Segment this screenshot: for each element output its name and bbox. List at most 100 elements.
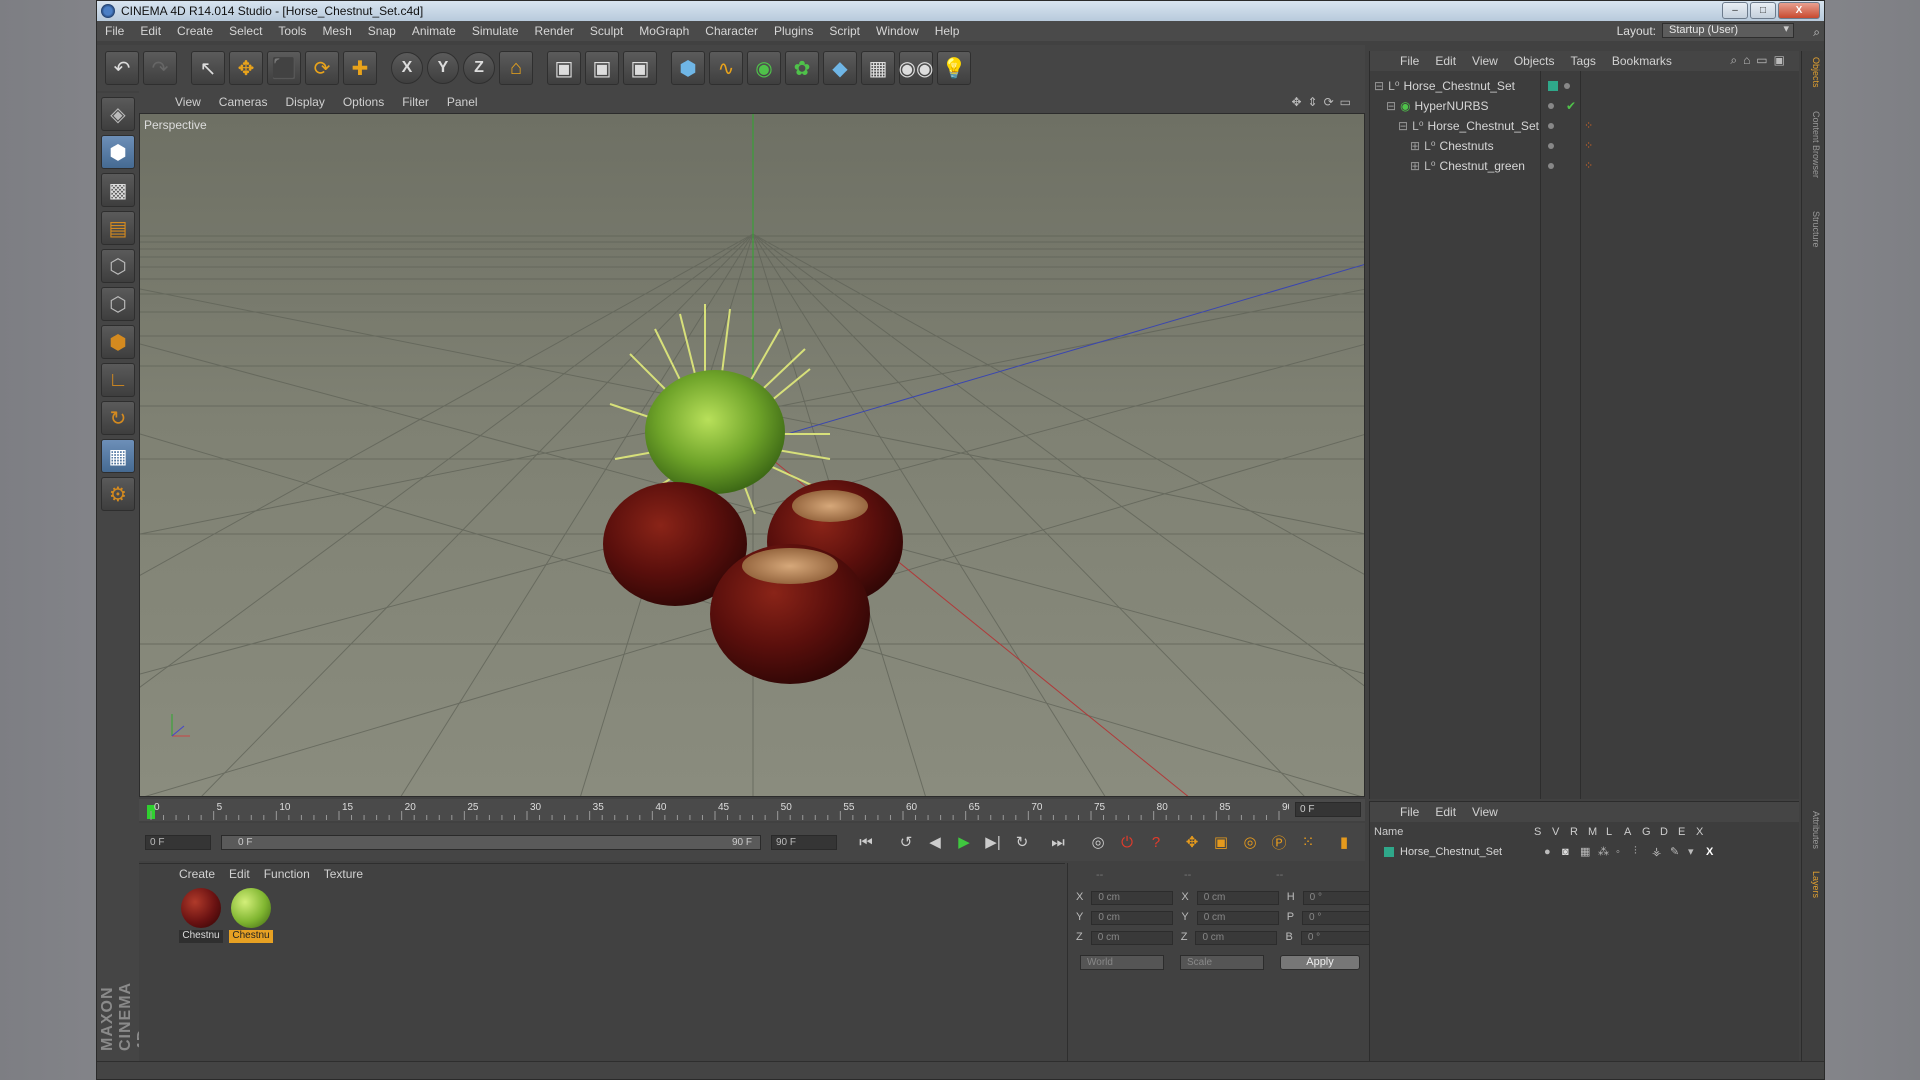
material-menu-edit[interactable]: Edit [229, 867, 250, 881]
tab-objects[interactable]: Objects [1805, 57, 1821, 88]
rotation-key-icon[interactable]: ◎ [1237, 829, 1263, 855]
menu-help[interactable]: Help [935, 24, 960, 38]
menu-sculpt[interactable]: Sculpt [590, 24, 623, 38]
end-frame-field[interactable]: 90 F [771, 834, 837, 850]
tab-attributes[interactable]: Attributes [1805, 811, 1821, 849]
autokey-icon[interactable]: ⏻ [1114, 829, 1140, 855]
polygons-mode-icon[interactable]: ⬢ [101, 325, 135, 359]
light-icon[interactable]: 💡 [937, 51, 971, 85]
expand-icon[interactable]: ⊞ [1410, 159, 1420, 173]
tweak-icon[interactable]: ↻ [101, 401, 135, 435]
coordinate-system-icon[interactable]: ⌂ [499, 51, 533, 85]
close-button[interactable]: X [1778, 2, 1820, 19]
generators-icon[interactable]: ⚶ [1652, 845, 1670, 858]
locked-icon[interactable]: ◦ [1616, 846, 1634, 858]
redo-icon[interactable]: ↷ [143, 51, 177, 85]
object-menu-bookmarks[interactable]: Bookmarks [1612, 54, 1672, 68]
layer-row[interactable]: Horse_Chestnut_Set ● ◙ ▦ ⁂ ◦ ⫶ ⚶ ✎ ▾ X [1374, 844, 1799, 859]
goto-end-icon[interactable]: ⏭ [1045, 829, 1071, 855]
goto-start-icon[interactable]: ⏮ [853, 829, 879, 855]
workplane-icon[interactable]: ▤ [101, 211, 135, 245]
material-menu-texture[interactable]: Texture [324, 867, 363, 881]
maximize-button[interactable]: □ [1750, 2, 1776, 19]
material-chestnut-green[interactable]: Chestnu [229, 888, 273, 944]
xref-icon[interactable]: X [1706, 846, 1724, 858]
record-keys-icon[interactable]: ◎ [1085, 829, 1111, 855]
coordinate-mode-dropdown[interactable]: World [1080, 955, 1164, 970]
phong-tag-icon[interactable]: ⁘ [1584, 139, 1593, 152]
menu-create[interactable]: Create [177, 24, 213, 38]
phong-tag-icon[interactable]: ⁘ [1584, 159, 1593, 172]
layer-menu-view[interactable]: View [1472, 805, 1498, 819]
nurbs-icon[interactable]: ◉ [747, 51, 781, 85]
menu-script[interactable]: Script [829, 24, 860, 38]
viewport-menu-cameras[interactable]: Cameras [219, 95, 268, 109]
menu-simulate[interactable]: Simulate [472, 24, 519, 38]
visibility-dot[interactable] [1564, 82, 1570, 89]
size-x-field[interactable]: 0 cm [1196, 891, 1279, 905]
spline-icon[interactable]: ∿ [709, 51, 743, 85]
menu-character[interactable]: Character [705, 24, 758, 38]
deformer-icon[interactable]: ◆ [823, 51, 857, 85]
live-selection-icon[interactable]: ↖ [191, 51, 225, 85]
solo-icon[interactable]: ● [1544, 846, 1562, 858]
view-icon[interactable]: ◙ [1562, 846, 1580, 858]
position-x-field[interactable]: 0 cm [1091, 891, 1174, 905]
layout-dropdown[interactable]: Startup (User) [1662, 23, 1794, 38]
render-view-icon[interactable]: ▣ [547, 51, 581, 85]
previous-frame-icon[interactable]: ◀ [922, 829, 948, 855]
layer-menu-edit[interactable]: Edit [1435, 805, 1456, 819]
collapse-icon[interactable]: ⊟ [1374, 79, 1384, 93]
timeline-ruler[interactable]: 0 5 10 15 20 25 30 35 40 45 50 55 60 65 70 75 80 85 90 0 F [139, 799, 1365, 821]
menu-animate[interactable]: Animate [412, 24, 456, 38]
menu-snap[interactable]: Snap [368, 24, 396, 38]
camera-icon[interactable]: ◉◉ [899, 51, 933, 85]
position-z-field[interactable]: 0 cm [1090, 931, 1173, 945]
scale-mode-dropdown[interactable]: Scale [1180, 955, 1264, 970]
visibility-dot[interactable] [1548, 122, 1554, 129]
parameter-key-icon[interactable]: Ⓟ [1266, 829, 1292, 855]
phong-tag-icon[interactable]: ⁘ [1584, 119, 1593, 132]
menu-mesh[interactable]: Mesh [322, 24, 351, 38]
keyframe-selection-icon[interactable]: ? [1143, 829, 1169, 855]
object-menu-edit[interactable]: Edit [1435, 54, 1456, 68]
visibility-dot[interactable] [1548, 102, 1554, 109]
tab-content-browser[interactable]: Content Browser [1805, 111, 1821, 178]
viewport-menu-filter[interactable]: Filter [402, 95, 429, 109]
x-axis-icon[interactable]: X [391, 52, 423, 84]
position-key-icon[interactable]: ✥ [1179, 829, 1205, 855]
texture-mode-icon[interactable]: ▩ [101, 173, 135, 207]
size-z-field[interactable]: 0 cm [1195, 931, 1278, 945]
collapse-icon[interactable]: ⊟ [1386, 99, 1396, 113]
render-settings-icon[interactable]: ▣ [623, 51, 657, 85]
expressions-icon[interactable]: ▾ [1688, 845, 1706, 858]
next-key-icon[interactable]: ↻ [1009, 829, 1035, 855]
current-frame-field[interactable]: 0 F [1295, 802, 1361, 817]
collapse-icon[interactable]: ⊟ [1398, 119, 1408, 133]
object-row-chestnut-green[interactable]: ⊞ L⁰ Chestnut_green ⁘ [1410, 157, 1593, 174]
enabled-check-icon[interactable]: ✔ [1566, 99, 1576, 113]
object-menu-view[interactable]: View [1472, 54, 1498, 68]
apply-button[interactable]: Apply [1280, 955, 1360, 970]
object-menu-tags[interactable]: Tags [1571, 54, 1596, 68]
scale-key-icon[interactable]: ▣ [1208, 829, 1234, 855]
visibility-dot[interactable] [1548, 162, 1554, 169]
minimize-button[interactable]: – [1722, 2, 1748, 19]
position-y-field[interactable]: 0 cm [1091, 911, 1174, 925]
object-row-horse-chestnut-set[interactable]: ⊟ L⁰ Horse_Chestnut_Set ⁘ [1398, 117, 1593, 134]
next-frame-icon[interactable]: ▶| [980, 829, 1006, 855]
edges-mode-icon[interactable]: ⬡ [101, 287, 135, 321]
tab-layers[interactable]: Layers [1805, 871, 1821, 898]
viewport-menu-display[interactable]: Display [285, 95, 324, 109]
object-row-chestnuts[interactable]: ⊞ L⁰ Chestnuts ⁘ [1410, 137, 1593, 154]
menu-plugins[interactable]: Plugins [774, 24, 813, 38]
menu-window[interactable]: Window [876, 24, 919, 38]
render-icon[interactable]: ▦ [1580, 845, 1598, 858]
play-icon[interactable]: ▶ [951, 829, 977, 855]
cube-icon[interactable]: ⬢ [671, 51, 705, 85]
timeline-window-icon[interactable]: ▮ [1331, 829, 1357, 855]
material-menu-create[interactable]: Create [179, 867, 215, 881]
search-icon[interactable]: ⌕ [1813, 25, 1820, 40]
add-object-icon[interactable]: ✚ [343, 51, 377, 85]
visibility-dot[interactable] [1548, 142, 1554, 149]
